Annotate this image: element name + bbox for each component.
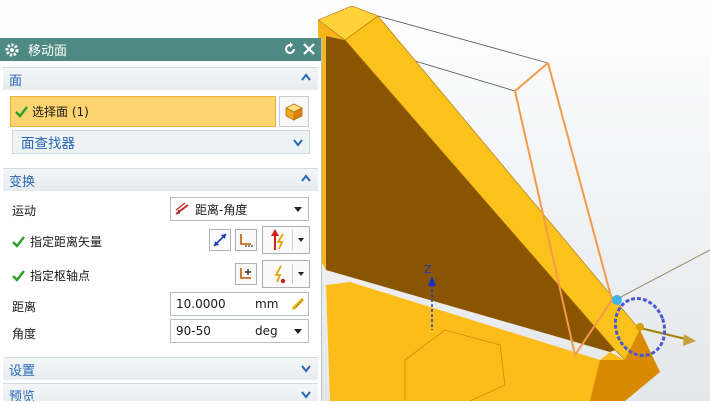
z-axis-label: Z <box>424 263 432 276</box>
dropdown-arrow-icon[interactable] <box>298 238 304 242</box>
chevron-down-icon[interactable] <box>300 362 312 374</box>
reverse-direction-button[interactable] <box>209 229 231 251</box>
face-finder-label: 面查找器 <box>21 136 75 152</box>
point-dialog-icon <box>240 268 251 279</box>
distance-angle-icon <box>175 202 189 215</box>
select-face-label: 选择面 (1) <box>32 105 89 119</box>
angle-input[interactable]: 90-50 deg <box>170 319 309 343</box>
pivot-point-row-label: 指定枢轴点 <box>12 267 90 284</box>
distance-input[interactable]: 10.0000 mm <box>170 292 309 316</box>
section-settings-label: 设置 <box>9 363 36 379</box>
face-selection-filter-button[interactable] <box>279 96 309 127</box>
angle-unit[interactable]: deg <box>255 324 278 338</box>
chevron-down-icon[interactable] <box>292 136 304 148</box>
section-settings-header[interactable]: 设置 <box>3 357 318 380</box>
dialog-title: 移动面 <box>28 44 68 59</box>
check-icon <box>12 236 25 248</box>
angle-label: 角度 <box>12 327 37 341</box>
distance-value[interactable]: 10.0000 <box>176 297 226 311</box>
section-face-label: 面 <box>9 73 23 89</box>
rotation-ring-handle[interactable] <box>636 323 644 331</box>
inferred-vector-icon <box>271 229 284 250</box>
section-face-header[interactable]: 面 <box>3 67 318 90</box>
distance-label: 距离 <box>12 300 37 314</box>
motion-label: 运动 <box>12 204 37 218</box>
check-icon <box>12 270 25 282</box>
section-preview-label: 预览 <box>9 389 36 402</box>
vector-dialog-button[interactable] <box>235 229 257 251</box>
chevron-up-icon[interactable] <box>300 72 312 84</box>
pivot-point-handle[interactable] <box>612 295 622 305</box>
cube-icon <box>285 103 303 121</box>
section-transform-header[interactable]: 变换 <box>3 168 318 191</box>
distance-vector-row-label: 指定距离矢量 <box>12 233 102 250</box>
move-face-dialog: 移动面 面 选择面 (1) 面查找器 变换 运动 距离-角度 指定距离矢量 指定… <box>0 38 322 401</box>
inferred-point-split-button[interactable] <box>262 260 310 288</box>
angle-value[interactable]: 90-50 <box>176 324 211 338</box>
reset-icon[interactable] <box>282 41 298 57</box>
select-face-row[interactable]: 选择面 (1) <box>10 96 276 127</box>
dialog-titlebar[interactable]: 移动面 <box>0 38 321 61</box>
gear-icon[interactable] <box>4 42 20 58</box>
split-separator <box>292 264 293 284</box>
dropdown-arrow-icon[interactable] <box>298 272 304 276</box>
point-dialog-button[interactable] <box>235 263 257 285</box>
dropdown-arrow-icon <box>294 207 302 212</box>
inferred-point-icon <box>274 265 286 284</box>
chevron-down-icon[interactable] <box>300 388 312 400</box>
pivot-point-label: 指定枢轴点 <box>30 269 91 283</box>
motion-value: 距离-角度 <box>195 202 248 217</box>
section-transform-label: 变换 <box>9 174 36 190</box>
reverse-direction-icon <box>213 233 227 247</box>
direction-arrow-head-icon[interactable] <box>683 334 696 346</box>
vector-dialog-icon <box>240 234 253 247</box>
split-separator <box>292 230 293 250</box>
check-icon <box>15 106 28 118</box>
inferred-vector-split-button[interactable] <box>262 226 310 254</box>
ruler-icon[interactable] <box>292 298 304 310</box>
section-preview-header[interactable]: 预览 <box>3 383 318 401</box>
face-finder-panel[interactable]: 面查找器 <box>12 130 310 154</box>
chevron-up-icon[interactable] <box>300 173 312 185</box>
close-icon[interactable] <box>301 41 317 57</box>
motion-dropdown[interactable]: 距离-角度 <box>170 197 309 221</box>
distance-unit: mm <box>255 297 279 311</box>
distance-vector-label: 指定距离矢量 <box>30 235 103 249</box>
direction-line <box>614 249 710 301</box>
dropdown-arrow-icon[interactable] <box>294 329 302 334</box>
